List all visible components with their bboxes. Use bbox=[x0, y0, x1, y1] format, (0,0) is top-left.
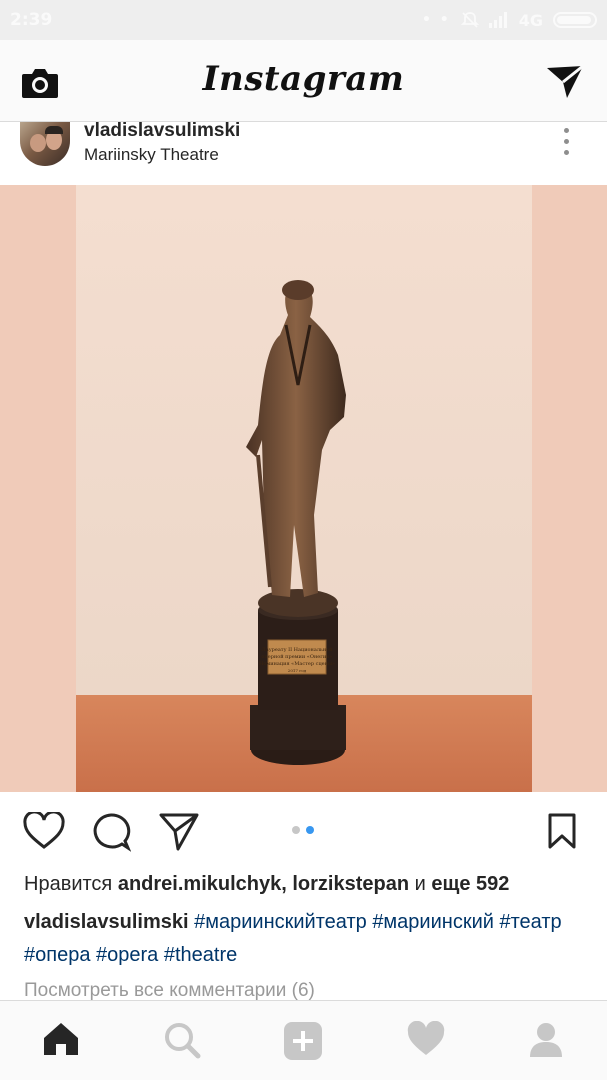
bottom-nav bbox=[0, 1000, 607, 1080]
likes-line: Нравится andrei.mikulchyk, lorzikstepan … bbox=[24, 873, 509, 896]
home-icon[interactable] bbox=[42, 1021, 80, 1057]
add-post-icon[interactable] bbox=[283, 1021, 323, 1061]
search-icon[interactable] bbox=[163, 1021, 201, 1059]
carousel-indicator bbox=[292, 826, 314, 834]
status-time: 2:39 bbox=[10, 10, 53, 30]
hashtag[interactable]: #мариинскийтеатр bbox=[194, 911, 367, 933]
app-header: Instagram bbox=[0, 40, 607, 122]
carousel-dot bbox=[292, 826, 300, 834]
caption-username[interactable]: vladislavsulimski bbox=[24, 911, 189, 933]
activity-heart-icon[interactable] bbox=[406, 1021, 446, 1057]
hashtag[interactable]: #opera bbox=[96, 944, 158, 966]
view-comments-link[interactable]: Посмотреть все комментарии (6) bbox=[24, 980, 315, 1002]
instagram-logo: Instagram bbox=[202, 59, 405, 99]
post-location[interactable]: Mariinsky Theatre bbox=[84, 145, 219, 165]
likes-more[interactable]: еще 592 bbox=[431, 873, 509, 895]
hashtag[interactable]: #мариинский bbox=[372, 911, 494, 933]
post-header: vladislavsulimski Mariinsky Theatre bbox=[0, 120, 607, 185]
status-indicators: • • 4G bbox=[422, 9, 597, 31]
signal-dots: • • bbox=[421, 12, 451, 28]
post-photo[interactable]: Лауреату II Национальной оперной премии … bbox=[0, 185, 607, 792]
plaque-line-1: Лауреату II Национальной bbox=[262, 647, 334, 653]
muted-bell-icon bbox=[460, 12, 479, 28]
share-send-icon[interactable] bbox=[158, 812, 200, 852]
likes-users[interactable]: andrei.mikulchyk, lorzikstepan bbox=[118, 873, 409, 895]
plaque-line-2: оперной премии «Онегин» bbox=[261, 654, 332, 660]
battery-icon bbox=[553, 12, 597, 28]
hashtag[interactable]: #theatre bbox=[164, 944, 237, 966]
direct-send-icon[interactable] bbox=[545, 64, 585, 100]
comment-bubble-icon[interactable] bbox=[91, 812, 131, 852]
network-type: 4G bbox=[518, 10, 543, 30]
hashtag[interactable]: #театр bbox=[499, 911, 561, 933]
signal-bars-icon bbox=[488, 12, 507, 28]
bookmark-icon[interactable] bbox=[547, 812, 577, 850]
plaque-line-3: Номинация «Мастер сцены» bbox=[259, 661, 335, 667]
like-heart-icon[interactable] bbox=[23, 812, 65, 850]
post-actions bbox=[0, 792, 607, 870]
post-username[interactable]: vladislavsulimski bbox=[84, 120, 240, 142]
avatar[interactable] bbox=[20, 122, 70, 166]
hashtag[interactable]: #опера bbox=[24, 944, 90, 966]
plaque-line-4: 2017 год bbox=[288, 668, 307, 673]
likes-prefix: Нравится bbox=[24, 873, 113, 895]
post-caption: vladislavsulimski #мариинскийтеатр #мари… bbox=[24, 906, 594, 972]
statue-photo: Лауреату II Национальной оперной премии … bbox=[0, 185, 607, 792]
profile-icon[interactable] bbox=[528, 1021, 564, 1059]
carousel-dot-active bbox=[306, 826, 314, 834]
more-options-icon[interactable] bbox=[564, 128, 570, 161]
likes-connector: и bbox=[414, 873, 426, 895]
status-bar: 2:39 • • 4G bbox=[0, 0, 607, 40]
